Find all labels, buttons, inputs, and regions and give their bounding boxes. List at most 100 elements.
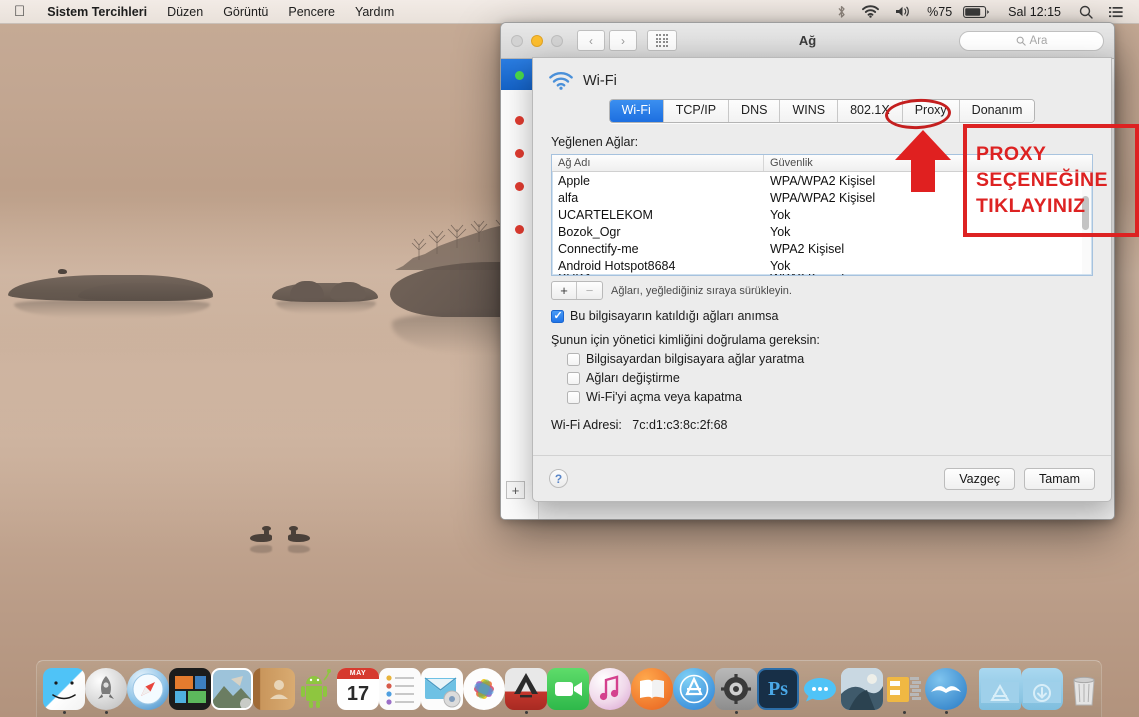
dock-item-reminders[interactable] [379,663,421,715]
notification-center-icon[interactable] [1101,6,1131,18]
admin-option-row[interactable]: Wi-Fi'yi açma veya kapatma [567,390,1093,404]
downloads-folder-icon [1023,679,1061,703]
dock-item-app-store-design[interactable] [505,663,547,715]
dock-item-messages[interactable] [799,663,841,715]
tab-donanim[interactable]: Donanım [959,100,1035,122]
dock-item-trash[interactable] [1063,663,1105,715]
duck-right-reflection [288,545,310,553]
remember-networks-row[interactable]: Bu bilgisayarın katıldığı ağları anımsa [551,309,1093,323]
running-indicator [944,711,948,714]
dock-item-itunes[interactable] [589,663,631,715]
add-network-button[interactable]: + [552,282,577,299]
sheet-footer: ? Vazgeç Tamam [533,455,1111,501]
dock-item-photos[interactable] [463,663,505,715]
search-input[interactable]: Ara [959,30,1104,51]
dock-item-calendar[interactable]: MAY 17 [337,663,379,715]
applications-folder-icon [981,679,1019,703]
wifi-icon[interactable] [854,5,887,18]
menu-bar:  Sistem Tercihleri Düzen Görüntü Pencer… [0,0,1139,24]
column-header-network-name[interactable]: Ağ Adı [552,155,764,171]
tab-wifi[interactable]: Wi-Fi [609,100,664,122]
rocket-icon [98,676,114,699]
cancel-button[interactable]: Vazgeç [944,467,1016,490]
red-up-arrow-icon [895,130,951,192]
dock-item-openoffice[interactable] [925,663,967,715]
gear-icon [721,674,751,704]
back-button[interactable]: ‹ [577,30,605,51]
dock-item-app-store[interactable] [673,663,715,715]
remove-network-button[interactable]: − [577,282,602,299]
forward-button[interactable]: › [609,30,637,51]
table-row[interactable]: Connectify-me WPA2 Kişisel [552,240,1092,257]
admin-option-label: Wi-Fi'yi açma veya kapatma [586,390,742,404]
add-service-button[interactable]: + [506,481,525,499]
menubar-clock[interactable]: Sal 12:15 [998,0,1071,24]
column-header-security[interactable]: Güvenlik [764,155,813,171]
status-dot-inactive [515,149,524,158]
dock-item-mail[interactable] [421,663,463,715]
dock-item-applications-folder[interactable] [979,663,1021,715]
battery-percentage[interactable]: %75 [919,5,955,19]
menu-item-pencere[interactable]: Pencere [278,0,345,24]
admin-auth-heading: Şunun için yönetici kimliğini doğrulama … [551,333,820,347]
sheet-header: Wi-Fi [533,58,1111,90]
tab-wins[interactable]: WINS [780,100,839,122]
battery-icon[interactable] [955,5,998,18]
drag-hint-text: Ağları, yeğlediğiniz sıraya sürükleyin. [611,284,792,297]
spotlight-search-icon[interactable] [1071,5,1101,19]
dock-item-facetime[interactable] [547,663,589,715]
cell-security: Yok [770,258,791,273]
dock-item-contacts[interactable] [253,663,295,715]
dock-item-finder[interactable] [43,663,85,715]
menu-item-sistem-tercihleri[interactable]: Sistem Tercihleri [37,0,157,24]
app-store-icon [679,674,709,704]
close-button[interactable] [511,34,523,47]
minimize-button[interactable] [531,34,543,47]
running-indicator [524,711,528,714]
calendar-month-label: MAY [337,668,379,679]
help-button[interactable]: ? [549,469,568,488]
table-row[interactable]: SUBA WPA2 Kişisel [552,274,1092,275]
dock-item-archive-utility[interactable] [883,663,925,715]
finder-icon [52,681,76,700]
bluetooth-icon[interactable] [829,5,854,19]
dock-item-system-preferences[interactable] [715,663,757,715]
android-robot-icon [301,669,331,708]
dock-item-android-file-transfer[interactable] [295,663,337,715]
dock-item-photoshop[interactable]: Ps [757,663,799,715]
show-all-grid-icon[interactable] [647,30,677,51]
window-titlebar[interactable]: ‹ › Ağ Ara [501,23,1114,59]
toggle-wifi-checkbox[interactable] [567,391,580,404]
dock-item-safari[interactable] [127,663,169,715]
dock-item-preview[interactable] [211,663,253,715]
seagull-icon [931,686,961,693]
apple-menu-icon[interactable]:  [0,1,37,23]
running-indicator [734,711,738,714]
contacts-book-icon [270,680,288,699]
dock-item-downloads-folder[interactable] [1021,663,1063,715]
remember-networks-checkbox[interactable] [551,309,564,323]
duck-right-head [289,526,298,531]
duck-left-reflection [250,545,272,553]
tab-tcpip[interactable]: TCP/IP [663,100,730,122]
dock-item-mission-control[interactable] [169,663,211,715]
cell-network-name: Apple [558,173,590,188]
zoom-button[interactable] [551,34,563,47]
dock-item-launchpad[interactable] [85,663,127,715]
ok-button[interactable]: Tamam [1024,467,1095,490]
admin-option-row[interactable]: Bilgisayardan bilgisayara ağlar yaratma [567,352,1093,366]
menu-item-goruntu[interactable]: Görüntü [213,0,278,24]
menu-item-yardim[interactable]: Yardım [345,0,404,24]
dock-item-image-viewer[interactable] [841,663,883,715]
status-dot-inactive [515,225,524,234]
mail-envelope-icon [424,677,461,708]
volume-icon[interactable] [887,5,919,18]
change-networks-checkbox[interactable] [567,372,580,385]
create-computer-networks-checkbox[interactable] [567,353,580,366]
cell-security: WPA2 Kişisel [764,274,844,275]
menu-item-duzen[interactable]: Düzen [157,0,213,24]
dock-item-ibooks[interactable] [631,663,673,715]
table-row[interactable]: Android Hotspot8684 Yok [552,257,1092,274]
tab-dns[interactable]: DNS [729,100,781,122]
admin-option-row[interactable]: Ağları değiştirme [567,371,1093,385]
